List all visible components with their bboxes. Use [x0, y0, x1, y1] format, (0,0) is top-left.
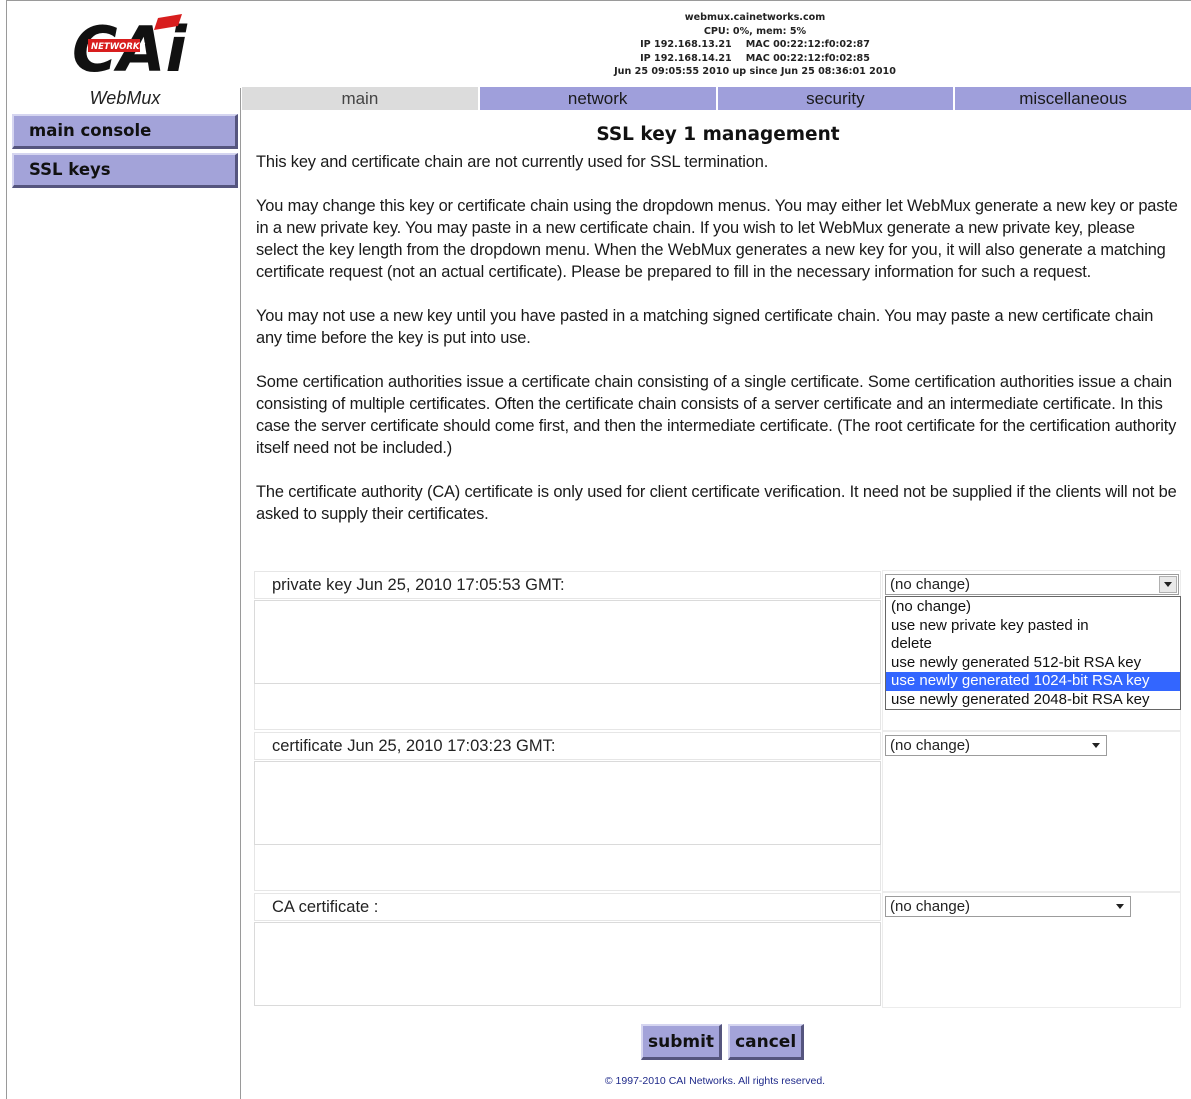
- dropdown-option-512-bit[interactable]: use newly generated 512-bit RSA key: [886, 654, 1180, 673]
- tab-security[interactable]: security: [717, 87, 956, 110]
- cai-networks-logo: CAi NETWORKS: [72, 14, 187, 78]
- private-key-dropdown-list: (no change) use new private key pasted i…: [885, 596, 1181, 710]
- dropdown-option-2048-bit[interactable]: use newly generated 2048-bit RSA key: [886, 691, 1180, 710]
- ip-2: IP 192.168.14.21: [640, 52, 732, 64]
- chevron-down-icon: [1116, 904, 1124, 909]
- sidebar-divider: [240, 88, 241, 1099]
- dropdown-option-no-change[interactable]: (no change): [886, 598, 1180, 617]
- main-content: SSL key 1 management This key and certif…: [256, 120, 1180, 547]
- sidebar: main console SSL keys: [12, 114, 238, 192]
- certificate-select[interactable]: (no change): [885, 735, 1107, 756]
- frame-left-border: [6, 0, 7, 1099]
- hostname: webmux.cainetworks.com: [684, 12, 826, 23]
- sidebar-item-ssl-keys[interactable]: SSL keys: [12, 153, 238, 188]
- tab-main[interactable]: main: [242, 87, 480, 110]
- status-text: This key and certificate chain are not c…: [256, 153, 769, 171]
- uptime: Jun 25 09:05:55 2010 up since Jun 25 08:…: [614, 66, 896, 78]
- submit-button[interactable]: submit: [641, 1024, 723, 1060]
- ca-certificate-select[interactable]: (no change): [885, 896, 1131, 917]
- ip-1: IP 192.168.13.21: [640, 39, 732, 51]
- help-paragraph-4: The certificate authority (CA) certifica…: [256, 483, 1177, 523]
- frame-top-border: [6, 0, 1191, 1]
- certificate-textarea[interactable]: [254, 761, 881, 845]
- interface-1: IP 192.168.13.21 MAC 00:22:12:f0:02:87: [560, 38, 950, 52]
- form-actions: submit cancel: [641, 1024, 805, 1060]
- chevron-down-icon: [1092, 743, 1100, 748]
- private-key-select[interactable]: (no change): [885, 574, 1179, 595]
- ca-certificate-textarea[interactable]: [254, 922, 881, 1006]
- private-key-label: private key Jun 25, 2010 17:05:53 GMT:: [254, 571, 881, 599]
- sidebar-item-main-console[interactable]: main console: [12, 114, 238, 149]
- server-info: webmux.cainetworks.com CPU: 0%, mem: 5% …: [560, 11, 950, 79]
- private-key-textarea[interactable]: [254, 600, 881, 684]
- private-key-spacer: [254, 684, 881, 730]
- ca-certificate-label: CA certificate :: [254, 893, 881, 921]
- copyright-footer: © 1997-2010 CAI Networks. All rights res…: [604, 1075, 826, 1087]
- certificate-spacer: [254, 845, 881, 891]
- load-status: CPU: 0%, mem: 5%: [703, 25, 807, 37]
- chevron-down-icon: [1164, 582, 1172, 587]
- interface-2: IP 192.168.14.21 MAC 00:22:12:f0:02:85: [560, 52, 950, 66]
- logo-badge-text: NETWORKS: [91, 42, 146, 52]
- help-paragraph-2: You may not use a new key until you have…: [256, 307, 1154, 347]
- cancel-button[interactable]: cancel: [728, 1024, 805, 1060]
- page-title: SSL key 1 management: [596, 124, 840, 145]
- help-paragraph-1: You may change this key or certificate c…: [256, 197, 1178, 281]
- dropdown-option-delete[interactable]: delete: [886, 635, 1180, 654]
- mac-1: MAC 00:22:12:f0:02:87: [745, 39, 870, 51]
- dropdown-option-1024-bit[interactable]: use newly generated 1024-bit RSA key: [886, 672, 1180, 691]
- certificate-label: certificate Jun 25, 2010 17:03:23 GMT:: [254, 732, 881, 760]
- dropdown-option-pasted-key[interactable]: use new private key pasted in: [886, 617, 1180, 636]
- mac-2: MAC 00:22:12:f0:02:85: [745, 52, 870, 64]
- tab-network[interactable]: network: [479, 87, 718, 110]
- top-tabs: main network security miscellaneous: [242, 87, 1191, 110]
- ca-certificate-selected-value: (no change): [890, 898, 971, 915]
- help-paragraph-3: Some certification authorities issue a c…: [256, 373, 1177, 457]
- private-key-selected-value: (no change): [890, 576, 971, 593]
- certificate-selected-value: (no change): [890, 737, 971, 754]
- private-key-dropdown-button[interactable]: [1159, 576, 1177, 593]
- product-name: WebMux: [89, 88, 161, 108]
- tab-miscellaneous[interactable]: miscellaneous: [955, 87, 1191, 110]
